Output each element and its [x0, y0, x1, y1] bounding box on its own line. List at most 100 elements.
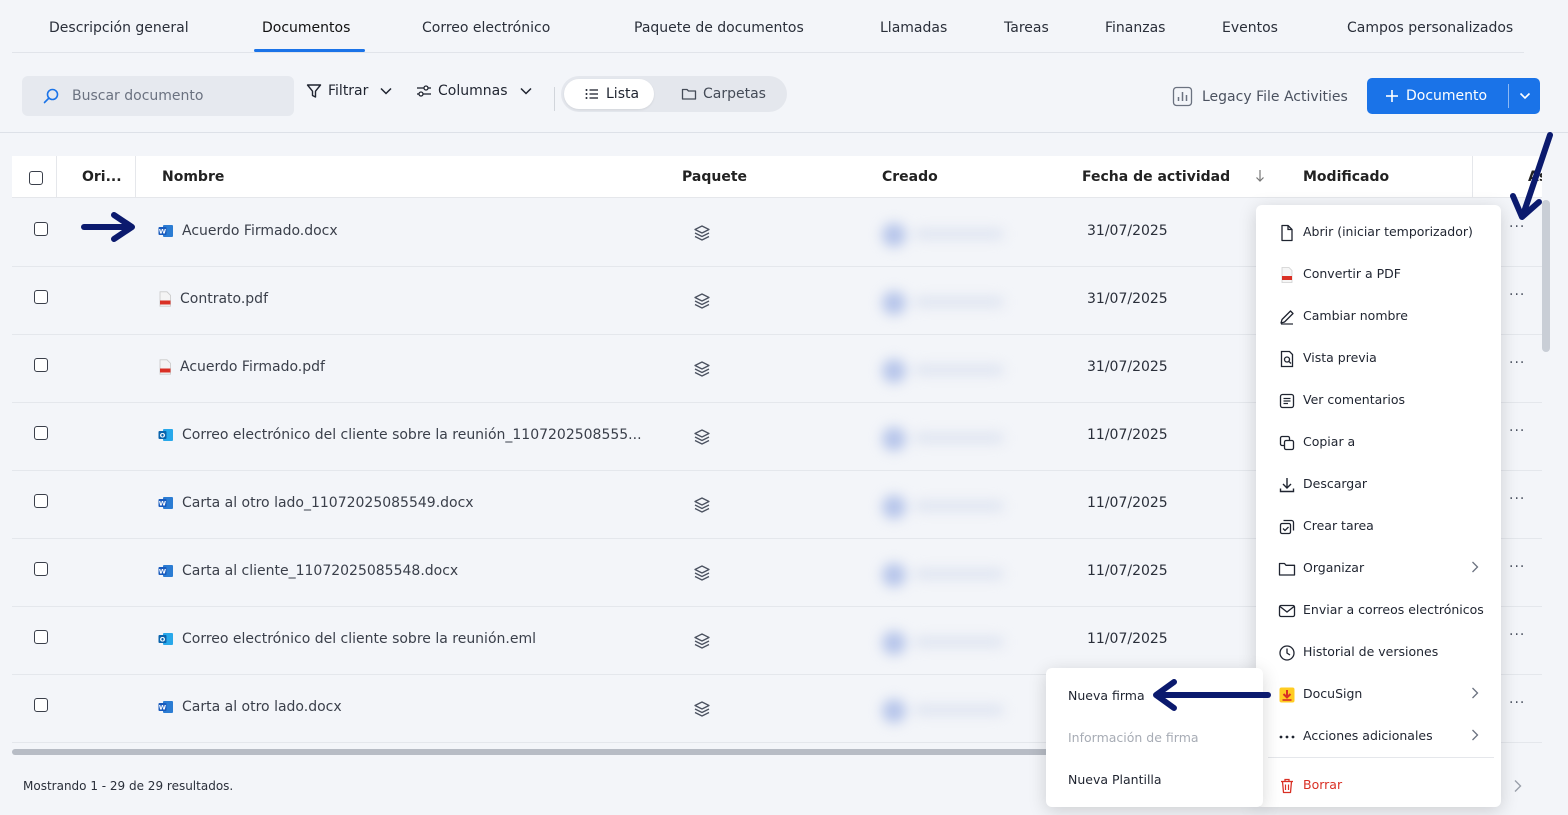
menu-item-historial-de-versiones[interactable]: Historial de versiones	[1256, 631, 1501, 673]
row-actions-menu-button[interactable]: ···	[1509, 695, 1525, 711]
file-name-link[interactable]: W Carta al otro lado_11072025085549.docx	[158, 495, 474, 511]
package-layers-icon[interactable]	[693, 224, 711, 246]
tab-campos-personalizados[interactable]: Campos personalizados	[1347, 20, 1513, 36]
sort-arrow-down-icon[interactable]	[1254, 168, 1266, 184]
tab-correo-electronico[interactable]: Correo electrónico	[422, 20, 550, 36]
filter-button[interactable]: Filtrar	[306, 83, 394, 99]
row-actions-menu-button[interactable]: ···	[1509, 355, 1525, 371]
column-separator	[1472, 156, 1473, 198]
search-input[interactable]	[72, 88, 272, 104]
file-icon	[1281, 224, 1293, 242]
menu-item-borrar[interactable]: Borrar	[1256, 764, 1501, 806]
row-actions-menu-button[interactable]: ···	[1509, 627, 1525, 643]
file-name-link[interactable]: O Correo electrónico del cliente sobre la…	[158, 631, 536, 647]
tab-descripcion-general[interactable]: Descripción general	[49, 20, 189, 36]
column-header-name[interactable]: Nombre	[162, 169, 224, 185]
column-header-package[interactable]: Paquete	[682, 169, 747, 185]
file-name-link[interactable]: W Carta al otro lado.docx	[158, 699, 342, 715]
row-checkbox[interactable]	[34, 426, 48, 440]
tab-eventos[interactable]: Eventos	[1222, 20, 1278, 36]
docusign-icon	[1279, 687, 1295, 703]
menu-item-organizar[interactable]: Organizar	[1256, 547, 1501, 589]
horizontal-scrollbar[interactable]	[12, 749, 1052, 755]
tab-llamadas[interactable]: Llamadas	[880, 20, 947, 36]
file-name: Correo electrónico del cliente sobre la …	[182, 427, 642, 443]
new-document-button[interactable]: Documento	[1367, 78, 1508, 114]
tab-documentos[interactable]: Documentos	[262, 20, 350, 36]
chevron-right-icon[interactable]	[1513, 779, 1523, 797]
menu-item-descargar[interactable]: Descargar	[1256, 463, 1501, 505]
package-layers-icon[interactable]	[693, 564, 711, 586]
package-layers-icon[interactable]	[693, 632, 711, 654]
submenu-item-nueva-plantilla[interactable]: Nueva Plantilla	[1068, 772, 1162, 787]
tab-finanzas[interactable]: Finanzas	[1105, 20, 1165, 36]
row-actions-menu-button[interactable]: ···	[1509, 423, 1525, 439]
row-checkbox[interactable]	[34, 358, 48, 372]
view-toggle: Lista Carpetas	[561, 76, 787, 112]
menu-item-label: Convertir a PDF	[1303, 266, 1401, 281]
menu-item-label: Ver comentarios	[1303, 392, 1406, 407]
file-name-link[interactable]: W Acuerdo Firmado.docx	[158, 223, 338, 239]
column-separator	[135, 156, 136, 198]
menu-item-docusign[interactable]: DocuSign	[1256, 673, 1501, 715]
created-by-avatar	[874, 687, 1024, 733]
column-header-modified[interactable]: Modificado	[1303, 169, 1389, 185]
file-name-link[interactable]: W Carta al cliente_11072025085548.docx	[158, 563, 458, 579]
pdf-icon	[158, 291, 172, 307]
tab-tareas[interactable]: Tareas	[1004, 20, 1049, 36]
column-header-activity-date[interactable]: Fecha de actividad	[1082, 169, 1230, 185]
file-name-link[interactable]: Acuerdo Firmado.pdf	[158, 359, 325, 375]
row-actions-menu-button[interactable]: ···	[1509, 491, 1525, 507]
menu-item-ver-comentarios[interactable]: Ver comentarios	[1256, 379, 1501, 421]
row-checkbox[interactable]	[34, 630, 48, 644]
menu-item-abrir-iniciar-temporizador[interactable]: Abrir (iniciar temporizador)	[1256, 211, 1501, 253]
menu-item-acciones-adicionales[interactable]: Acciones adicionales	[1256, 715, 1501, 757]
menu-item-cambiar-nombre[interactable]: Cambiar nombre	[1256, 295, 1501, 337]
package-layers-icon[interactable]	[693, 360, 711, 382]
search-icon	[43, 88, 59, 104]
annotation-arrow-left-icon	[1153, 679, 1271, 711]
pdf-icon	[158, 359, 172, 375]
activity-date: 11/07/2025	[1087, 427, 1168, 443]
tab-paquete-de-documentos[interactable]: Paquete de documentos	[634, 20, 804, 36]
columns-button[interactable]: Columnas	[416, 83, 534, 99]
row-checkbox[interactable]	[34, 222, 48, 236]
row-actions-menu-button[interactable]: ···	[1509, 287, 1525, 303]
column-separator	[56, 156, 57, 198]
pencil-icon	[1280, 310, 1294, 325]
submenu-item-nueva-firma[interactable]: Nueva firma	[1068, 688, 1145, 703]
row-checkbox[interactable]	[34, 494, 48, 508]
menu-item-convertir-a-pdf[interactable]: Convertir a PDF	[1256, 253, 1501, 295]
new-document-dropdown-button[interactable]	[1509, 89, 1540, 103]
created-by-avatar	[874, 483, 1024, 529]
menu-item-label: Cambiar nombre	[1303, 308, 1408, 323]
legacy-file-activities-button[interactable]: Legacy File Activities	[1172, 86, 1348, 107]
svg-text:W: W	[159, 704, 166, 712]
file-name-link[interactable]: O Correo electrónico del cliente sobre la…	[158, 427, 642, 443]
file-name: Acuerdo Firmado.pdf	[180, 359, 325, 375]
column-header-origin[interactable]: Ori...	[82, 169, 122, 185]
menu-item-label: Descargar	[1303, 476, 1368, 491]
row-checkbox[interactable]	[34, 698, 48, 712]
menu-item-copiar-a[interactable]: Copiar a	[1256, 421, 1501, 463]
package-layers-icon[interactable]	[693, 428, 711, 450]
menu-item-crear-tarea[interactable]: Crear tarea	[1256, 505, 1501, 547]
created-by-avatar	[874, 619, 1024, 665]
package-layers-icon[interactable]	[693, 496, 711, 518]
column-header-created[interactable]: Creado	[882, 169, 938, 185]
menu-item-vista-previa[interactable]: Vista previa	[1256, 337, 1501, 379]
word-icon: W	[158, 564, 174, 578]
active-tab-indicator	[254, 49, 365, 52]
chevron-right-icon	[1472, 729, 1479, 741]
package-layers-icon[interactable]	[693, 700, 711, 722]
row-checkbox[interactable]	[34, 562, 48, 576]
row-checkbox[interactable]	[34, 290, 48, 304]
row-actions-menu-button[interactable]: ···	[1509, 559, 1525, 575]
view-folders-button[interactable]: Carpetas	[667, 79, 780, 109]
file-name: Carta al cliente_11072025085548.docx	[182, 563, 459, 579]
menu-item-enviar-a-correos-electronicos[interactable]: Enviar a correos electrónicos	[1256, 589, 1501, 631]
package-layers-icon[interactable]	[693, 292, 711, 314]
view-list-button[interactable]: Lista	[564, 79, 654, 109]
select-all-checkbox[interactable]	[29, 171, 43, 185]
file-name-link[interactable]: Contrato.pdf	[158, 291, 268, 307]
